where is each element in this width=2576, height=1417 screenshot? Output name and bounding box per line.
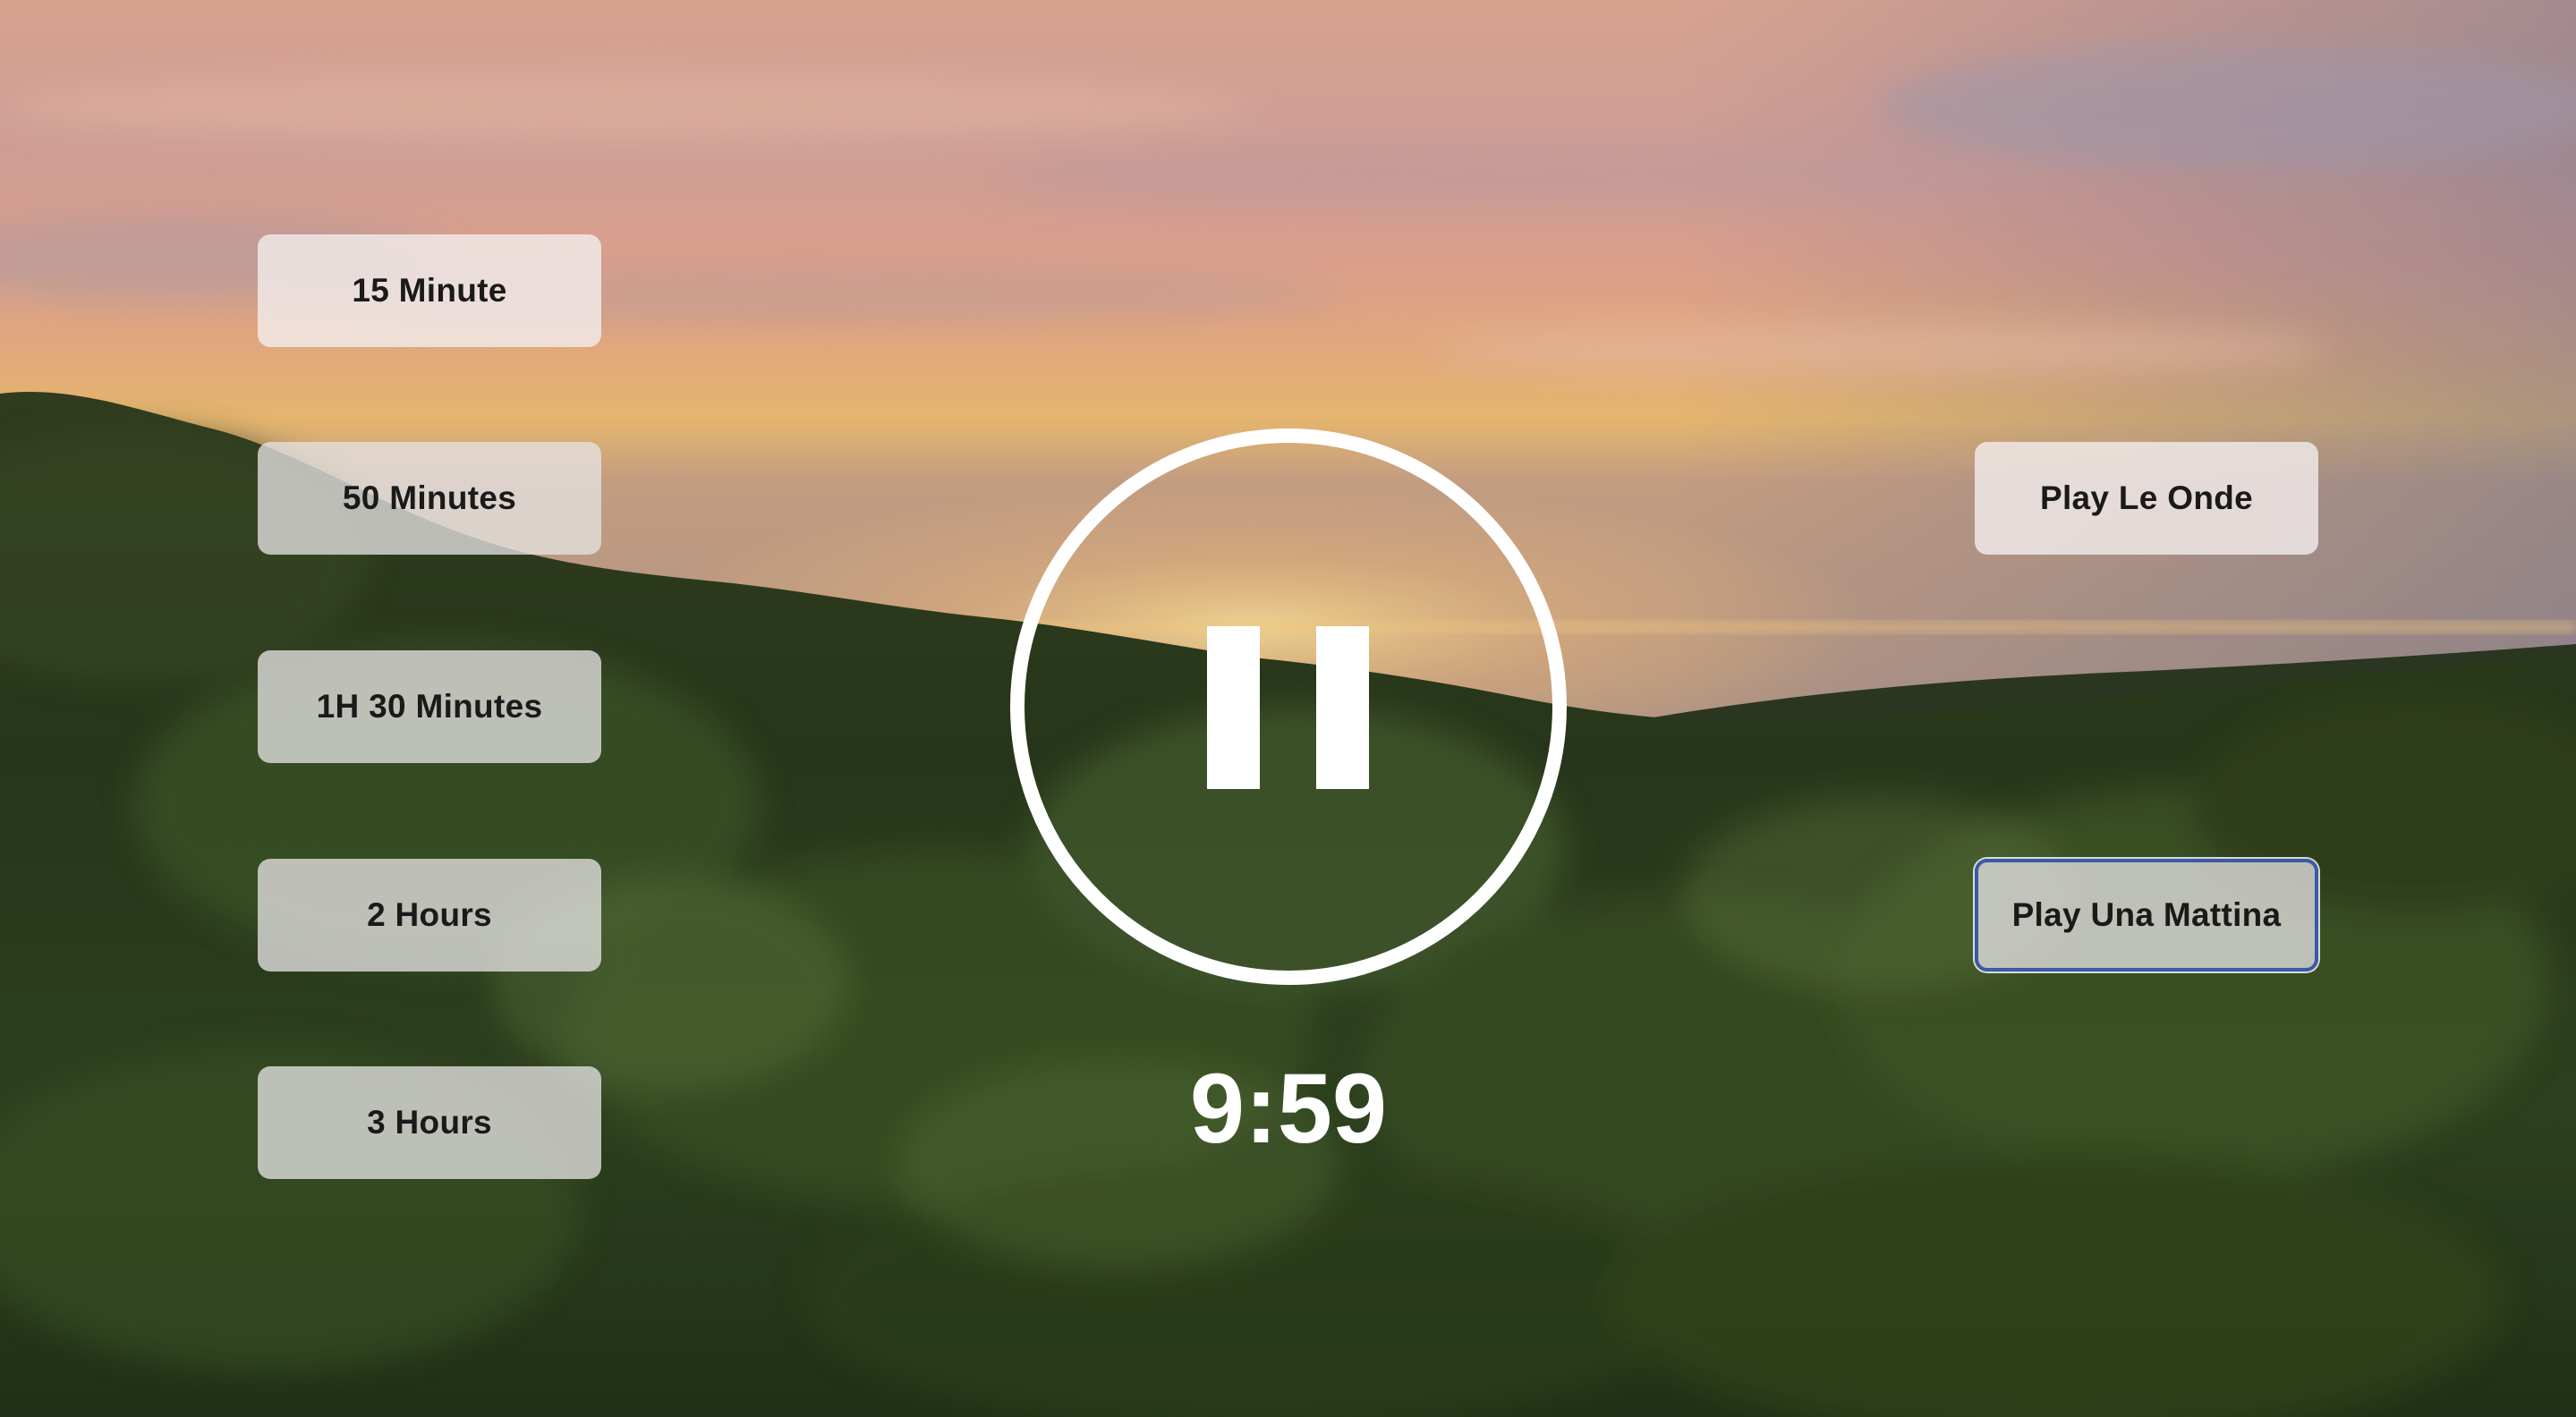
timer-3-hours-button[interactable]: 3 Hours <box>258 1066 601 1179</box>
timer-15-minute-button[interactable]: 15 Minute <box>258 234 601 347</box>
play-pause-button[interactable] <box>1006 424 1571 989</box>
timer-2-hours-button[interactable]: 2 Hours <box>258 859 601 972</box>
pause-icon <box>1010 428 1567 985</box>
play-una-mattina-button[interactable]: Play Una Mattina <box>1975 859 2318 972</box>
countdown-timer: 9:59 <box>1189 1054 1388 1164</box>
play-le-onde-button[interactable]: Play Le Onde <box>1975 442 2318 555</box>
timer-1h-30-minutes-button[interactable]: 1H 30 Minutes <box>258 650 601 763</box>
timer-50-minutes-button[interactable]: 50 Minutes <box>258 442 601 555</box>
